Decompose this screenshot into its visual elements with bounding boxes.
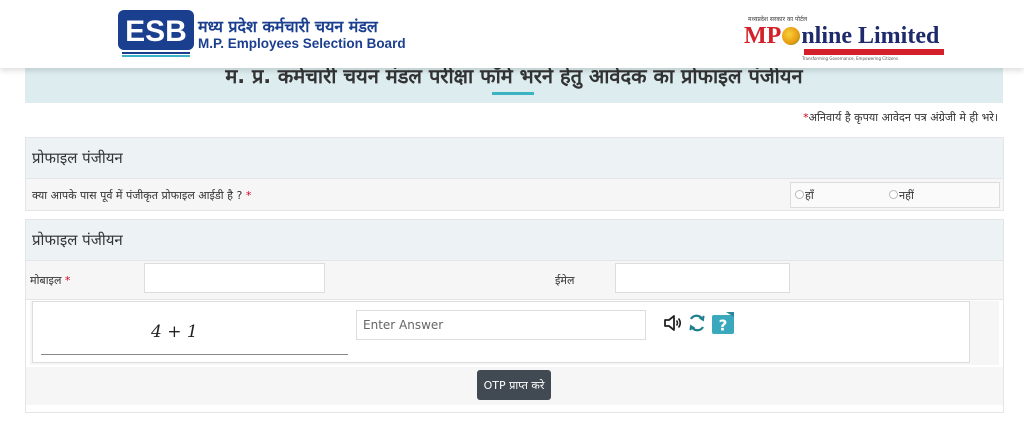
captcha-text: 4 + 1 [151, 322, 198, 342]
esb-name-english: M.P. Employees Selection Board [198, 36, 406, 51]
required-star: * [245, 189, 252, 202]
radio-yes[interactable] [795, 190, 804, 199]
title-underline [492, 92, 534, 95]
mponline-logo[interactable]: मध्यप्रदेश सरकार का पोर्टल MP nline Limit… [742, 15, 952, 61]
globe-icon [782, 27, 801, 45]
esb-logo-icon: ESB [118, 10, 194, 57]
captcha-answer-input[interactable] [356, 310, 646, 340]
get-otp-button[interactable]: OTP प्राप्त करे [477, 370, 551, 400]
refresh-icon[interactable] [687, 313, 707, 333]
esb-logo-letters: ESB [125, 15, 187, 48]
mobile-label: मोबाइल * [30, 273, 70, 288]
required-star: * [64, 274, 71, 287]
radio-no-label[interactable]: नहीं [899, 188, 914, 203]
panel-heading: प्रोफाइल पंजीयन [26, 220, 1003, 261]
panel-heading-text: प्रोफाइल पंजीयन [32, 149, 123, 167]
radio-yes-label[interactable]: हाँ [805, 188, 814, 203]
esb-name-hindi: मध्य प्रदेश कर्मचारी चयन मंडल [198, 17, 378, 36]
registration-panel: प्रोफाइल पंजीयन मोबाइल * ईमेल 4 + 1 Ente… [25, 219, 1004, 413]
mobile-input[interactable] [144, 263, 325, 293]
email-label: ईमेल [555, 274, 575, 287]
mponline-strip-text: Transforming Governance, Empowering Citi… [802, 56, 899, 61]
mponline-name-mp: MP [744, 23, 782, 49]
contact-row: मोबाइल * ईमेल [26, 261, 1003, 300]
email-input[interactable] [615, 263, 790, 293]
mandatory-notice-text: अनिवार्य है कृपया आवेदन पत्र अंग्रेजी मे… [808, 111, 998, 124]
esb-logo[interactable]: ESB मध्य प्रदेश कर्मचारी चयन मंडल M.P. E… [118, 10, 406, 62]
panel-heading-text: प्रोफाइल पंजीयन [32, 231, 123, 249]
captcha-image: 4 + 1 [41, 310, 348, 355]
mobile-label-text: मोबाइल [30, 274, 62, 287]
site-header: ESB मध्य प्रदेश कर्मचारी चयन मंडल M.P. E… [0, 0, 1024, 68]
mponline-name: MP nline Limited [744, 23, 939, 50]
panel-heading: प्रोफाइल पंजीयन [26, 138, 1003, 179]
submit-row: OTP प्राप्त करे [26, 367, 1003, 405]
svg-text:?: ? [719, 317, 728, 335]
profile-radio-group: हाँ नहीं [790, 182, 1000, 208]
captcha-box: 4 + 1 ? [32, 301, 970, 363]
radio-no[interactable] [889, 190, 898, 199]
mponline-name-rest: nline Limited [801, 23, 940, 49]
help-icon[interactable]: ? [711, 311, 735, 335]
profile-check-panel: प्रोफाइल पंजीयन क्या आपके पास पूर्व में … [25, 137, 1004, 211]
mponline-tagline: मध्यप्रदेश सरकार का पोर्टल [748, 16, 808, 23]
mponline-strip [804, 49, 944, 55]
captcha-row: 4 + 1 ? [30, 301, 999, 365]
profile-question-text: क्या आपके पास पूर्व में पंजीकृत प्रोफाइल… [32, 189, 243, 202]
mandatory-notice: *अनिवार्य है कृपया आवेदन पत्र अंग्रेजी म… [803, 110, 998, 125]
profile-question-row: क्या आपके पास पूर्व में पंजीकृत प्रोफाइल… [26, 179, 1003, 210]
speaker-icon[interactable] [663, 313, 683, 333]
profile-question-label: क्या आपके पास पूर्व में पंजीकृत प्रोफाइल… [32, 188, 251, 203]
